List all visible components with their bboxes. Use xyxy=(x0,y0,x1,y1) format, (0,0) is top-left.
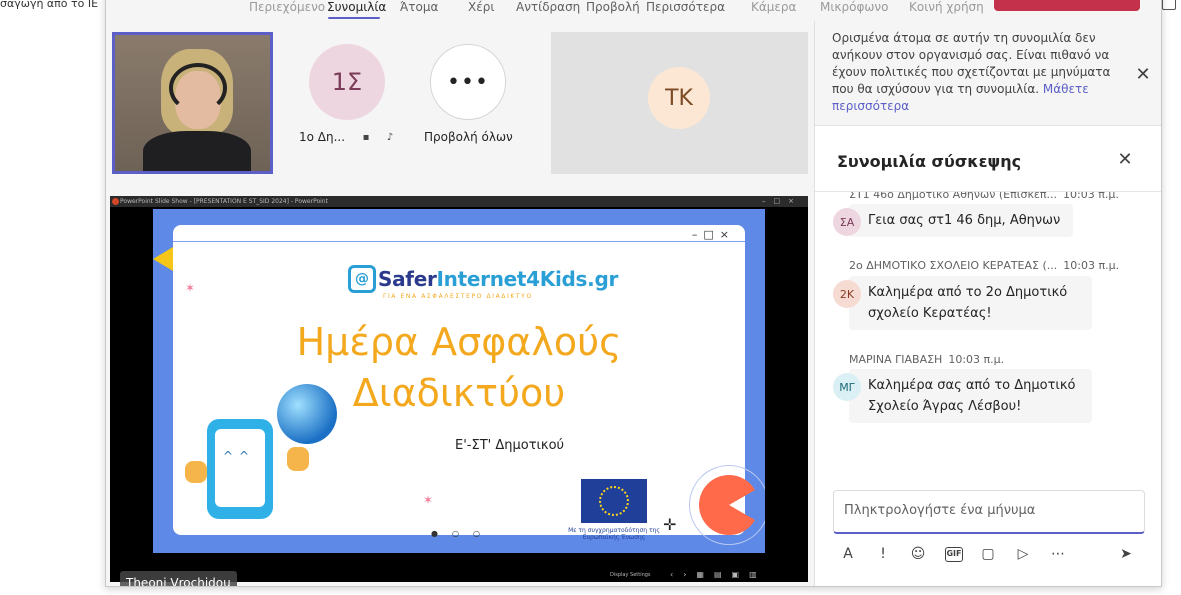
toolbar-reaction-button[interactable]: Αντίδραση xyxy=(516,0,580,14)
message-time: 10:03 π.μ. xyxy=(1063,192,1119,201)
eu-caption: Με τη συγχρηματοδότηση της Ευρωπαϊκής Έν… xyxy=(568,527,660,541)
message-meta: ΜΑΡΙΝΑ ΓΙΑΒΑΣΗ 10:03 π.μ. xyxy=(849,353,1004,366)
message-time: 10:03 π.μ. xyxy=(948,353,1005,366)
background-window-text: σαγωγή από το IE xyxy=(0,0,99,10)
slide-title-line-1: Ημέρα Ασφαλούς xyxy=(296,320,622,364)
loop-icon[interactable]: ▷ xyxy=(1012,544,1034,564)
participant-avatar-tk: TK xyxy=(648,67,710,129)
logo-text-right: Internet4Kids.gr xyxy=(436,267,619,291)
message-time: 10:03 π.μ. xyxy=(1063,259,1120,272)
external-users-banner: Ορισμένα άτομα σε αυτήν τη συνομιλία δεν… xyxy=(815,21,1161,126)
presentation-slide: –□× @ SaferInternet4Kids.gr ΓΙΑ ΕΝΑ ΑΣΦΑ… xyxy=(153,209,765,553)
chat-messages: ΣΤ1 46ο Δημοτικό Αθηνών (Επισκέπ... 10:03… xyxy=(815,192,1161,482)
powerpoint-icon xyxy=(112,198,119,205)
pink-sparkle-icon: ✶ xyxy=(423,493,434,507)
message-sender: ΣΤ1 46ο Δημοτικό Αθηνών (Επισκέπ... xyxy=(849,192,1057,201)
video-person-body xyxy=(143,131,251,171)
self-video-tile[interactable] xyxy=(112,32,273,174)
leave-button[interactable] xyxy=(994,0,1140,11)
toolbar-chat-active-indicator xyxy=(328,17,380,19)
message-bubble[interactable]: Καλημέρα σας από το Δημοτικό Σχολείο Άγρ… xyxy=(849,369,1092,423)
format-icon[interactable]: A xyxy=(837,544,859,564)
camera-off-icon: ▪ xyxy=(362,132,370,143)
view-all-button[interactable]: ••• xyxy=(430,44,506,120)
black-sparkle-icon: ✛ xyxy=(663,515,677,534)
banner-message: Ορισμένα άτομα σε αυτήν τη συνομιλία δεν… xyxy=(832,30,1134,115)
slide-title-line-2: Διαδικτύου xyxy=(352,371,566,415)
slide-subtitle: Ε'-ΣΤ' Δημοτικού xyxy=(455,438,565,453)
message-avatar: ΣΑ xyxy=(833,208,861,236)
slideshow-controls-icon[interactable]: ‹›▦▤▣▥ xyxy=(670,568,767,582)
display-settings-label[interactable]: Display Settings xyxy=(610,568,651,582)
slide-window-controls-icon: –□× xyxy=(691,228,735,241)
background-window-icon xyxy=(1162,0,1176,10)
toolbar-people-button[interactable]: Άτομα xyxy=(400,0,438,14)
logo-text-left: Safer xyxy=(378,267,437,291)
chat-header: Συνομιλία σύσκεψης ✕ xyxy=(815,126,1161,192)
powerpoint-window-controls-icon: –□× xyxy=(762,197,802,205)
thumbs-up-icon xyxy=(287,447,309,471)
message-meta: 2ο ΔΗΜΟΤΙΚΟ ΣΧΟΛΕΙΟ ΚΕΡΑΤΕΑΣ (... 10:03 π… xyxy=(849,259,1119,272)
pink-sparkle-icon: ✶ xyxy=(185,281,196,295)
tablet-screen xyxy=(215,429,265,507)
participant-tile-tk[interactable]: TK xyxy=(551,32,808,174)
emoji-icon[interactable]: ☺ xyxy=(907,544,929,564)
toolbar-raise-hand-button[interactable]: Χέρι xyxy=(468,0,494,14)
toolbar-microphone-button[interactable]: Μικρόφωνο xyxy=(820,0,888,14)
sticker-icon[interactable]: ▢ xyxy=(977,544,999,564)
meeting-stage: 1Σ 1ο Δη... ▪ ♪ ••• Προβολή όλων TK Powe… xyxy=(106,21,814,586)
mascot-hand-icon xyxy=(185,461,207,483)
message-meta: ΣΤ1 46ο Δημοτικό Αθηνών (Επισκέπ... 10:03… xyxy=(849,192,1119,201)
view-all-label: Προβολή όλων xyxy=(424,130,513,144)
message-bubble[interactable]: Καλημέρα από το 2ο Δημοτικό σχολείο Κερα… xyxy=(849,276,1092,330)
toolbar-view-button[interactable]: Προβολή xyxy=(586,0,640,14)
more-icon[interactable]: ⋯ xyxy=(1047,544,1069,564)
message-avatar: 2Κ xyxy=(833,280,861,308)
mic-off-icon: ♪ xyxy=(386,132,394,143)
gif-icon[interactable]: GIF xyxy=(945,547,963,562)
presenter-name-tag: Theoni Vrochidou xyxy=(120,571,237,586)
priority-icon[interactable]: ! xyxy=(872,544,894,564)
slide-frame-divider xyxy=(173,241,745,242)
message-bubble[interactable]: Γεια σας στ1 46 δημ, Αθηνων xyxy=(849,204,1073,237)
tablet-mascot-icon: ^^ xyxy=(207,419,273,519)
compose-toolbar: A ! ☺ GIF ▢ ▷ ⋯ ➤ xyxy=(833,542,1145,566)
chat-panel: Ορισμένα άτομα σε αυτήν τη συνομιλία δεν… xyxy=(814,21,1161,586)
message-sender: 2ο ΔΗΜΟΤΙΚΟ ΣΧΟΛΕΙΟ ΚΕΡΑΤΕΑΣ (... xyxy=(849,259,1058,272)
logo-tagline: ΓΙΑ ΕΝΑ ΑΣΦΑΛΕΣΤΕΡΟ ΔΙΑΔΙΚΤΥΟ xyxy=(383,293,533,300)
toolbar-chat-button[interactable]: Συνομιλία xyxy=(327,0,386,14)
safer-internet-logo-text: SaferInternet4Kids.gr xyxy=(378,267,618,291)
safer-internet-logo-icon: @ xyxy=(348,265,376,293)
chat-title: Συνομιλία σύσκεψης xyxy=(837,152,1022,171)
toolbar-share-button[interactable]: Κοινή χρήση xyxy=(909,0,984,14)
meeting-toolbar: Περιεχόμενο Συνομιλία Άτομα Χέρι Αντίδρα… xyxy=(106,0,1161,21)
message-avatar: ΜΓ xyxy=(833,373,861,401)
slide-pager-dots-icon: ●○○ xyxy=(431,529,494,538)
toolbar-camera-button[interactable]: Κάμερα xyxy=(751,0,796,14)
toolbar-more-button[interactable]: Περισσότερα xyxy=(646,0,725,14)
send-icon[interactable]: ➤ xyxy=(1115,544,1137,564)
eu-stars-icon xyxy=(599,486,629,516)
shared-screen[interactable]: PowerPoint Slide Show - [PRESENTATION E … xyxy=(110,196,808,582)
participant-avatar-1s[interactable]: 1Σ xyxy=(309,44,385,120)
tablet-eyes-icon: ^^ xyxy=(223,449,256,463)
participant-name-label: 1ο Δη... xyxy=(299,130,346,144)
banner-close-icon[interactable]: ✕ xyxy=(1133,65,1153,85)
compose-area: A ! ☺ GIF ▢ ▷ ⋯ ➤ xyxy=(815,482,1161,586)
toolbar-content-button[interactable]: Περιεχόμενο xyxy=(249,0,325,14)
meeting-window: Περιεχόμενο Συνομιλία Άτομα Χέρι Αντίδρα… xyxy=(105,0,1162,587)
powerpoint-titlebar: PowerPoint Slide Show - [PRESENTATION E … xyxy=(110,196,808,207)
chat-close-icon[interactable]: ✕ xyxy=(1115,150,1135,170)
globe-icon xyxy=(277,384,337,444)
message-input[interactable] xyxy=(844,503,1134,518)
compose-box[interactable] xyxy=(833,490,1145,534)
message-sender: ΜΑΡΙΝΑ ΓΙΑΒΑΣΗ xyxy=(849,353,943,366)
video-person-headset xyxy=(169,63,227,113)
eu-flag-icon xyxy=(581,479,647,523)
pacman-decoration-icon xyxy=(699,475,759,535)
